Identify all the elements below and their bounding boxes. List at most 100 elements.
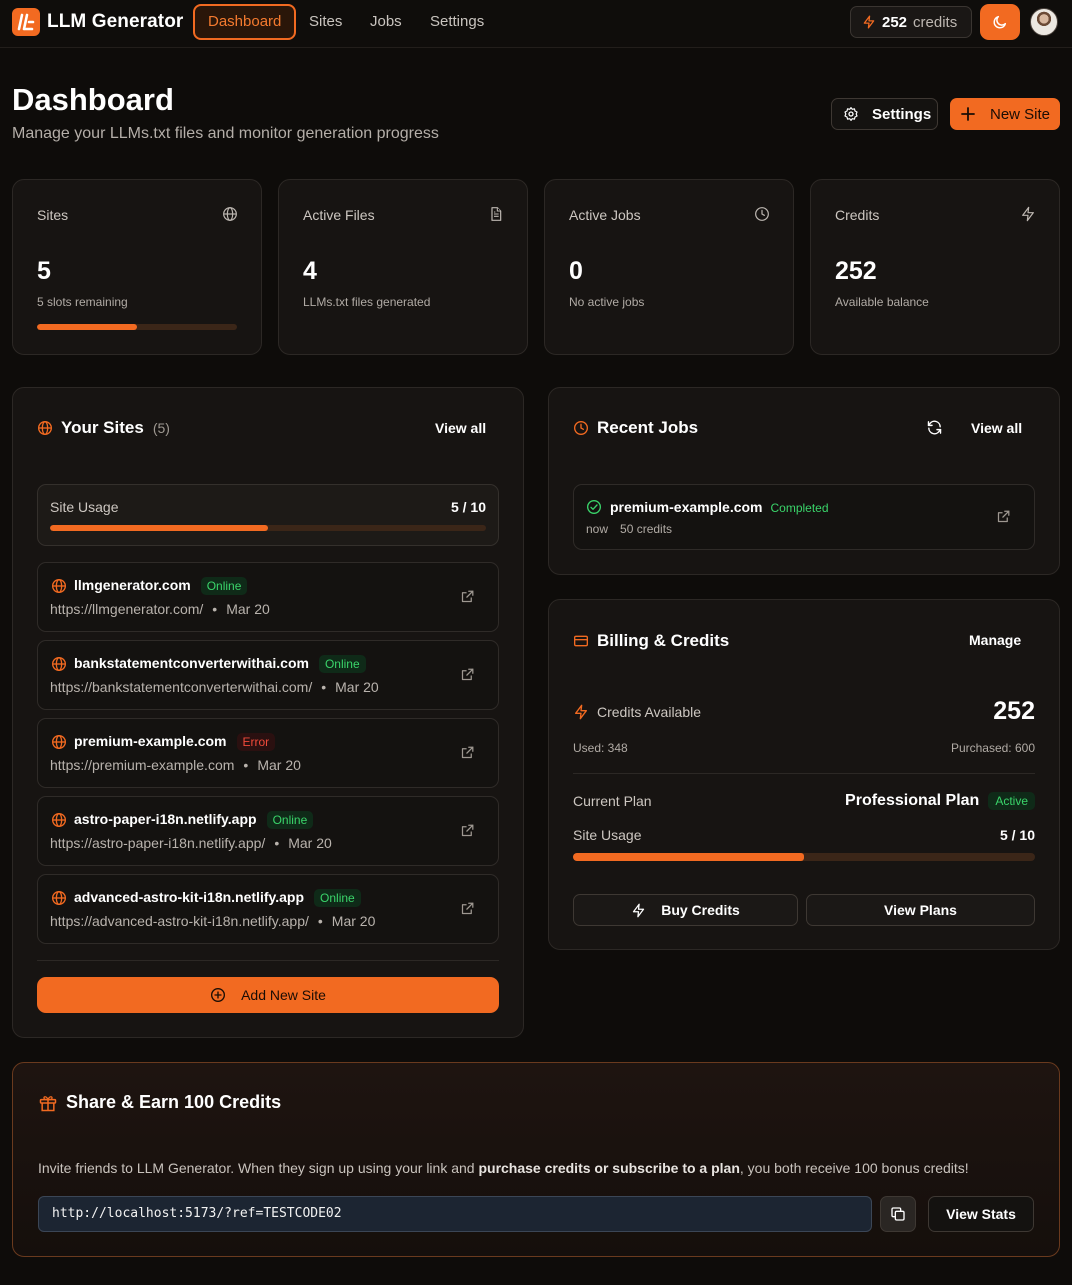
external-link-icon[interactable] <box>460 667 475 682</box>
stat-card-sites: Sites 5 5 slots remaining <box>12 179 262 355</box>
site-domain: llmgenerator.com Online <box>74 577 248 595</box>
copy-icon <box>890 1206 906 1222</box>
job-item[interactable]: premium-example.com Completed now 50 credi… <box>573 484 1035 550</box>
separator: • <box>243 757 249 773</box>
stat-label: Active Jobs <box>569 207 641 223</box>
stat-card-active-jobs: Active Jobs 0 No active jobs <box>544 179 794 355</box>
external-link-icon[interactable] <box>996 509 1011 524</box>
share-title: Share & Earn 100 Credits <box>38 1092 281 1113</box>
divider <box>573 773 1035 774</box>
gear-icon <box>843 106 872 122</box>
refresh-icon[interactable] <box>926 419 943 436</box>
new-site-button[interactable]: New Site <box>950 98 1060 130</box>
app-logo[interactable]: LLM Generator <box>12 8 183 36</box>
nav-dashboard[interactable]: Dashboard <box>193 4 297 40</box>
billing-manage-link[interactable]: Manage <box>969 632 1021 648</box>
recent-jobs-title: Recent Jobs <box>573 418 698 438</box>
globe-icon <box>51 812 67 828</box>
site-domain: advanced-astro-kit-i18n.netlify.app Onlin… <box>74 889 361 907</box>
credits-pill-label: credits <box>913 13 958 31</box>
stat-note: 5 slots remaining <box>37 295 128 309</box>
site-list-item[interactable]: premium-example.com Error https://premium-… <box>37 718 499 788</box>
site-domain: premium-example.com Error <box>74 733 276 751</box>
stat-note: Available balance <box>835 295 929 309</box>
stat-card-credits: Credits 252 Available balance <box>810 179 1060 355</box>
site-url: https://bankstatementconverterwithai.com… <box>50 679 313 695</box>
add-new-site-label: Add New Site <box>241 987 326 1003</box>
external-link-icon[interactable] <box>460 901 475 916</box>
external-link-icon[interactable] <box>460 823 475 838</box>
nav-sites[interactable]: Sites <box>309 0 342 48</box>
external-link-icon[interactable] <box>460 589 475 604</box>
view-plans-button[interactable]: View Plans <box>806 894 1035 926</box>
zap-icon <box>1020 206 1036 222</box>
site-domain-text: premium-example.com <box>74 733 227 749</box>
share-text-bold: purchase credits or subscribe to a plan <box>478 1160 740 1176</box>
site-domain-text: advanced-astro-kit-i18n.netlify.app <box>74 889 305 905</box>
billing-usage-label: Site Usage <box>573 827 642 843</box>
globe-icon <box>222 206 238 222</box>
add-new-site-button[interactable]: Add New Site <box>37 977 499 1013</box>
separator: • <box>274 835 280 851</box>
page-subtitle: Manage your LLMs.txt files and monitor g… <box>12 125 439 142</box>
stat-value: 0 <box>569 257 583 285</box>
globe-icon <box>51 890 67 906</box>
buy-credits-button[interactable]: Buy Credits <box>573 894 798 926</box>
clock-icon <box>754 206 770 222</box>
jobs-view-all-link[interactable]: View all <box>971 420 1022 436</box>
site-domain: astro-paper-i18n.netlify.app Online <box>74 811 314 829</box>
site-status-badge: Online <box>314 889 361 907</box>
separator: • <box>212 601 218 617</box>
zap-icon <box>631 903 661 918</box>
site-url-line: https://premium-example.com • Mar 20 <box>50 757 301 773</box>
theme-toggle-button[interactable] <box>980 4 1020 40</box>
job-credits: 50 credits <box>620 522 673 536</box>
referral-link-field[interactable]: http://localhost:5173/?ref=TESTCODE02 <box>38 1196 872 1232</box>
stat-label: Active Files <box>303 207 375 223</box>
recent-jobs-title-text: Recent Jobs <box>597 418 699 437</box>
external-link-icon[interactable] <box>460 745 475 760</box>
site-list-item[interactable]: advanced-astro-kit-i18n.netlify.app Onlin… <box>37 874 499 944</box>
site-date: Mar 20 <box>226 601 270 617</box>
globe-icon <box>51 734 67 750</box>
buy-credits-label: Buy Credits <box>661 902 740 918</box>
divider <box>37 960 499 961</box>
stat-value: 252 <box>835 257 877 285</box>
share-text-after: , you both receive 100 bonus credits! <box>739 1160 969 1176</box>
plus-circle-icon <box>210 987 241 1003</box>
site-list-item[interactable]: llmgenerator.com Online https://llmgenerat… <box>37 562 499 632</box>
settings-button[interactable]: Settings <box>831 98 938 130</box>
job-domain: premium-example.com Completed <box>610 499 829 515</box>
site-list-item[interactable]: bankstatementconverterwithai.com Online ht… <box>37 640 499 710</box>
app-name: LLM Generator <box>47 11 184 32</box>
site-status-badge: Online <box>200 577 248 595</box>
zap-icon <box>862 14 876 30</box>
settings-button-label: Settings <box>872 105 932 123</box>
moon-icon <box>992 14 1008 30</box>
logo-icon <box>12 8 40 36</box>
job-status: Completed <box>770 501 829 515</box>
nav-settings[interactable]: Settings <box>430 0 484 48</box>
site-list-item[interactable]: astro-paper-i18n.netlify.app Online https:… <box>37 796 499 866</box>
gift-icon <box>38 1093 66 1113</box>
site-status-badge: Online <box>266 811 314 829</box>
avatar[interactable] <box>1030 8 1058 36</box>
page-title: Dashboard <box>12 82 174 117</box>
site-domain-text: llmgenerator.com <box>74 577 191 593</box>
site-url: https://advanced-astro-kit-i18n.netlify.… <box>50 913 309 929</box>
copy-link-button[interactable] <box>880 1196 916 1232</box>
billing-usage-progress-bar <box>573 853 1035 861</box>
stat-note: No active jobs <box>569 295 645 309</box>
separator: • <box>321 679 327 695</box>
site-url-line: https://bankstatementconverterwithai.com… <box>50 679 379 695</box>
site-date: Mar 20 <box>335 679 379 695</box>
view-stats-button[interactable]: View Stats <box>928 1196 1034 1232</box>
job-domain-text: premium-example.com <box>610 499 763 515</box>
credits-pill[interactable]: 252 credits <box>850 6 972 38</box>
sites-view-all-link[interactable]: View all <box>435 420 486 436</box>
stat-value: 5 <box>37 257 51 285</box>
sites-count: (5) <box>152 420 170 436</box>
site-status-badge: Online <box>318 655 366 673</box>
billing-title: Billing & Credits <box>573 631 729 651</box>
nav-jobs[interactable]: Jobs <box>370 0 402 48</box>
